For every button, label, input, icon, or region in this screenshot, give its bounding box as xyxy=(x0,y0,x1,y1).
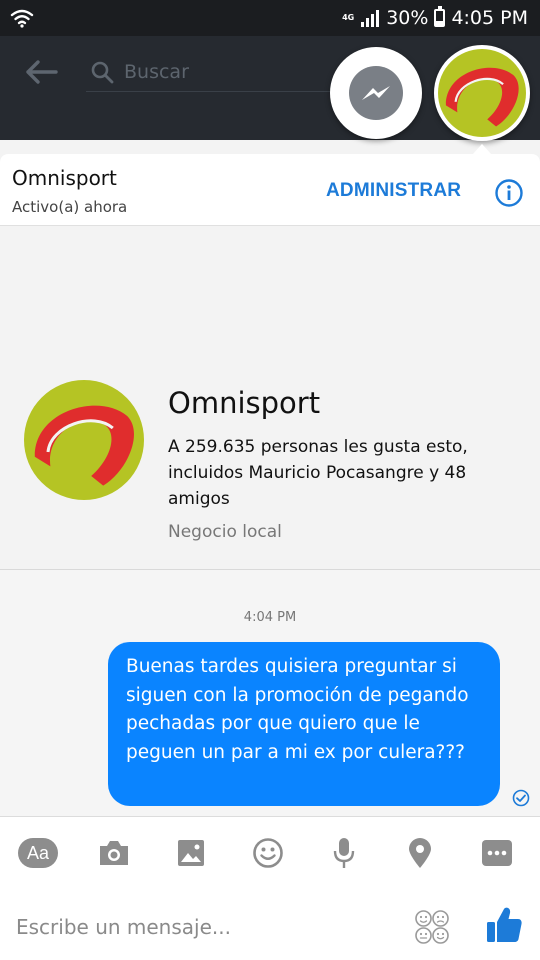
location-button[interactable] xyxy=(398,833,442,873)
profile-logo xyxy=(24,380,144,500)
microphone-button[interactable] xyxy=(322,833,366,873)
composer: Aa xyxy=(0,816,540,960)
network-type: 4G xyxy=(342,13,355,22)
manage-button[interactable]: ADMINISTRAR xyxy=(326,180,461,202)
emoji-button[interactable] xyxy=(246,833,290,873)
emoji-icon xyxy=(253,838,283,868)
status-bar: 4G 30% 4:05 PM xyxy=(0,0,540,36)
messenger-chathead[interactable] xyxy=(330,47,422,139)
back-arrow-icon[interactable] xyxy=(24,56,60,88)
more-icon xyxy=(482,840,512,866)
aa-button[interactable]: Aa xyxy=(16,833,60,873)
profile-name: Omnisport xyxy=(168,386,321,420)
wifi-icon xyxy=(10,9,34,28)
search-input[interactable] xyxy=(124,56,364,88)
more-button[interactable] xyxy=(475,833,519,873)
chat-title: Omnisport xyxy=(12,166,117,190)
sticker-icon[interactable] xyxy=(414,909,450,945)
thumbs-up-icon[interactable] xyxy=(484,905,524,945)
message-timestamp: 4:04 PM xyxy=(243,610,297,625)
active-status: Activo(a) ahora xyxy=(12,198,128,216)
search-icon xyxy=(91,61,114,84)
omnisport-logo xyxy=(438,49,526,137)
gallery-button[interactable] xyxy=(169,833,213,873)
profile-likes: A 259.635 personas les gusta esto, inclu… xyxy=(168,437,468,509)
gallery-icon xyxy=(178,840,204,866)
battery-percent: 30% xyxy=(386,7,429,29)
seen-check-icon xyxy=(512,789,530,807)
location-icon xyxy=(409,838,431,868)
profile-card: Omnisport A 259.635 personas les gusta e… xyxy=(0,226,540,570)
aa-label: Aa xyxy=(18,838,58,868)
outgoing-message[interactable]: Buenas tardes quisiera preguntar si sigu… xyxy=(108,642,500,806)
message-input[interactable] xyxy=(16,909,386,945)
chat-header: Omnisport Activo(a) ahora ADMINISTRAR xyxy=(0,154,540,226)
omnisport-chathead[interactable] xyxy=(434,45,530,141)
camera-icon xyxy=(100,841,128,865)
battery-icon xyxy=(434,6,446,27)
microphone-icon xyxy=(333,838,355,868)
signal-icon xyxy=(361,10,380,27)
info-icon[interactable] xyxy=(494,178,524,208)
camera-button[interactable] xyxy=(92,833,136,873)
profile-category: Negocio local xyxy=(168,522,282,542)
clock: 4:05 PM xyxy=(451,7,528,29)
messenger-icon xyxy=(362,86,390,100)
